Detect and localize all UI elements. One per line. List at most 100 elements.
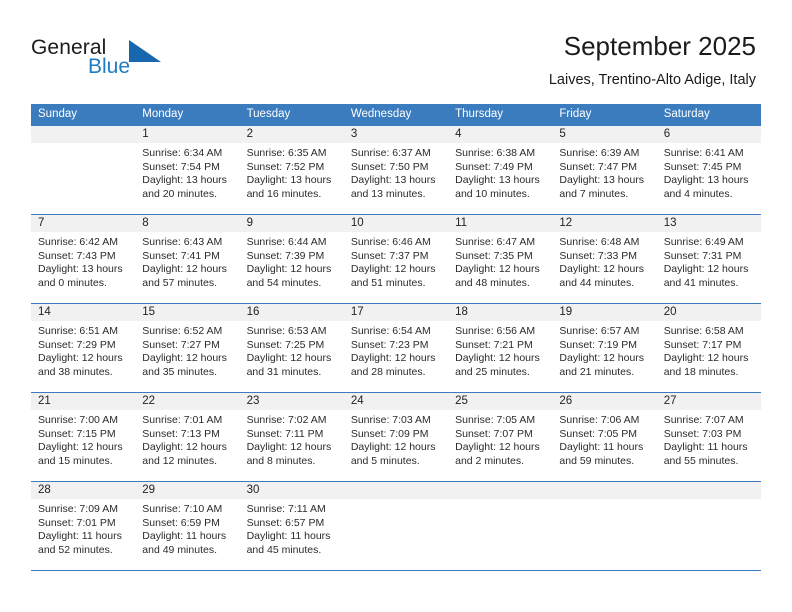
day-cell[interactable]: Sunrise: 7:11 AM Sunset: 6:57 PM Dayligh… [240, 499, 344, 570]
day-cell[interactable]: Sunrise: 6:46 AM Sunset: 7:37 PM Dayligh… [344, 232, 448, 303]
daylight-text-line1: Daylight: 11 hours [38, 530, 122, 543]
day-number[interactable]: 14 [31, 304, 135, 321]
day-cell[interactable]: Sunrise: 6:49 AM Sunset: 7:31 PM Dayligh… [657, 232, 761, 303]
daylight-text-line1: Daylight: 11 hours [559, 441, 644, 454]
daylight-text-line1: Daylight: 11 hours [246, 530, 331, 543]
day-number[interactable]: 6 [657, 126, 761, 143]
day-number[interactable]: 25 [448, 393, 552, 410]
day-number[interactable]: 30 [240, 482, 344, 499]
day-number[interactable]: 5 [552, 126, 656, 143]
day-cell[interactable]: Sunrise: 6:54 AM Sunset: 7:23 PM Dayligh… [344, 321, 448, 392]
day-number[interactable]: 8 [135, 215, 239, 232]
daylight-text-line1: Daylight: 11 hours [663, 441, 748, 454]
day-number[interactable]: 1 [135, 126, 239, 143]
daylight-text-line2: and 44 minutes. [559, 276, 635, 289]
day-cell[interactable]: Sunrise: 7:03 AM Sunset: 7:09 PM Dayligh… [344, 410, 448, 481]
sunrise-text: Sunrise: 6:52 AM [142, 325, 223, 337]
day-cell[interactable]: Sunrise: 6:58 AM Sunset: 7:17 PM Dayligh… [657, 321, 761, 392]
day-cell[interactable]: Sunrise: 7:09 AM Sunset: 7:01 PM Dayligh… [31, 499, 135, 570]
day-number[interactable]: 18 [448, 304, 552, 321]
general-blue-logo[interactable]: General Blue [31, 36, 211, 86]
day-number[interactable]: 2 [240, 126, 344, 143]
daylight-text-line1: Daylight: 13 hours [38, 263, 123, 276]
day-cell[interactable] [31, 143, 135, 214]
day-number[interactable] [552, 482, 656, 499]
day-cell[interactable]: Sunrise: 6:48 AM Sunset: 7:33 PM Dayligh… [552, 232, 656, 303]
daylight-text-line2: and 54 minutes. [246, 276, 322, 289]
day-number[interactable]: 17 [344, 304, 448, 321]
day-cell[interactable]: Sunrise: 6:37 AM Sunset: 7:50 PM Dayligh… [344, 143, 448, 214]
day-cell[interactable]: Sunrise: 6:57 AM Sunset: 7:19 PM Dayligh… [552, 321, 656, 392]
day-number[interactable]: 12 [552, 215, 656, 232]
day-number[interactable]: 28 [31, 482, 135, 499]
day-number[interactable]: 26 [552, 393, 656, 410]
daylight-text-line2: and 0 minutes. [38, 276, 107, 289]
daylight-text-line1: Daylight: 12 hours [350, 352, 436, 365]
day-number[interactable]: 9 [240, 215, 344, 232]
day-number[interactable] [448, 482, 552, 499]
daylight-text-line2: and 10 minutes. [455, 187, 530, 200]
page-title: September 2025 [563, 31, 756, 61]
sunrise-text: Sunrise: 7:03 AM [350, 414, 431, 426]
day-cell[interactable]: Sunrise: 7:07 AM Sunset: 7:03 PM Dayligh… [657, 410, 761, 481]
day-number[interactable]: 10 [344, 215, 448, 232]
day-number[interactable]: 21 [31, 393, 135, 410]
day-cell[interactable]: Sunrise: 6:47 AM Sunset: 7:35 PM Dayligh… [448, 232, 552, 303]
day-number[interactable]: 11 [448, 215, 552, 232]
day-detail-band: Sunrise: 7:09 AM Sunset: 7:01 PM Dayligh… [31, 499, 761, 570]
day-number[interactable] [657, 482, 761, 499]
day-cell[interactable]: Sunrise: 6:51 AM Sunset: 7:29 PM Dayligh… [31, 321, 135, 392]
calendar-grid: Sunday Monday Tuesday Wednesday Thursday… [31, 104, 761, 571]
day-cell[interactable] [552, 499, 656, 570]
day-cell[interactable]: Sunrise: 6:34 AM Sunset: 7:54 PM Dayligh… [135, 143, 239, 214]
sunset-text: Sunset: 7:52 PM [246, 160, 325, 173]
day-number[interactable]: 19 [552, 304, 656, 321]
day-cell[interactable]: Sunrise: 7:01 AM Sunset: 7:13 PM Dayligh… [135, 410, 239, 481]
day-cell[interactable]: Sunrise: 7:06 AM Sunset: 7:05 PM Dayligh… [552, 410, 656, 481]
daylight-text-line1: Daylight: 13 hours [663, 174, 749, 187]
day-number[interactable]: 23 [240, 393, 344, 410]
day-cell[interactable]: Sunrise: 7:00 AM Sunset: 7:15 PM Dayligh… [31, 410, 135, 481]
day-cell[interactable]: Sunrise: 6:56 AM Sunset: 7:21 PM Dayligh… [448, 321, 552, 392]
daylight-text-line2: and 52 minutes. [38, 543, 113, 556]
daylight-text-line2: and 28 minutes. [350, 365, 426, 378]
daylight-text-line1: Daylight: 11 hours [142, 530, 227, 543]
day-number[interactable]: 13 [657, 215, 761, 232]
day-number[interactable]: 7 [31, 215, 135, 232]
day-number[interactable]: 22 [135, 393, 239, 410]
day-cell[interactable]: Sunrise: 6:44 AM Sunset: 7:39 PM Dayligh… [240, 232, 344, 303]
day-number[interactable] [344, 482, 448, 499]
sunset-text: Sunset: 7:25 PM [246, 338, 325, 351]
day-cell[interactable] [657, 499, 761, 570]
day-number-band: 1 2 3 4 5 6 [31, 126, 761, 143]
day-number[interactable]: 20 [657, 304, 761, 321]
page-subtitle: Laives, Trentino-Alto Adige, Italy [548, 72, 756, 88]
sunrise-text: Sunrise: 7:10 AM [142, 503, 223, 515]
day-cell[interactable]: Sunrise: 6:39 AM Sunset: 7:47 PM Dayligh… [552, 143, 656, 214]
day-cell[interactable]: Sunrise: 7:10 AM Sunset: 6:59 PM Dayligh… [135, 499, 239, 570]
day-cell[interactable]: Sunrise: 6:53 AM Sunset: 7:25 PM Dayligh… [240, 321, 344, 392]
day-number[interactable]: 15 [135, 304, 239, 321]
day-number[interactable]: 27 [657, 393, 761, 410]
sunset-text: Sunset: 7:43 PM [38, 249, 116, 262]
day-cell[interactable]: Sunrise: 6:42 AM Sunset: 7:43 PM Dayligh… [31, 232, 135, 303]
sunset-text: Sunset: 7:39 PM [246, 249, 325, 262]
day-number[interactable]: 29 [135, 482, 239, 499]
daylight-text-line1: Daylight: 13 hours [246, 174, 332, 187]
day-cell[interactable]: Sunrise: 6:43 AM Sunset: 7:41 PM Dayligh… [135, 232, 239, 303]
day-number[interactable]: 4 [448, 126, 552, 143]
day-number[interactable]: 3 [344, 126, 448, 143]
day-number[interactable] [31, 126, 135, 143]
day-cell[interactable]: Sunrise: 7:05 AM Sunset: 7:07 PM Dayligh… [448, 410, 552, 481]
daylight-text-line1: Daylight: 12 hours [663, 263, 749, 276]
day-number[interactable]: 24 [344, 393, 448, 410]
day-cell[interactable] [344, 499, 448, 570]
day-cell[interactable]: Sunrise: 6:41 AM Sunset: 7:45 PM Dayligh… [657, 143, 761, 214]
day-cell[interactable]: Sunrise: 6:35 AM Sunset: 7:52 PM Dayligh… [240, 143, 344, 214]
day-cell[interactable]: Sunrise: 7:02 AM Sunset: 7:11 PM Dayligh… [240, 410, 344, 481]
day-cell[interactable] [448, 499, 552, 570]
sunrise-text: Sunrise: 6:39 AM [559, 147, 640, 159]
day-cell[interactable]: Sunrise: 6:52 AM Sunset: 7:27 PM Dayligh… [135, 321, 239, 392]
day-cell[interactable]: Sunrise: 6:38 AM Sunset: 7:49 PM Dayligh… [448, 143, 552, 214]
day-number[interactable]: 16 [240, 304, 344, 321]
